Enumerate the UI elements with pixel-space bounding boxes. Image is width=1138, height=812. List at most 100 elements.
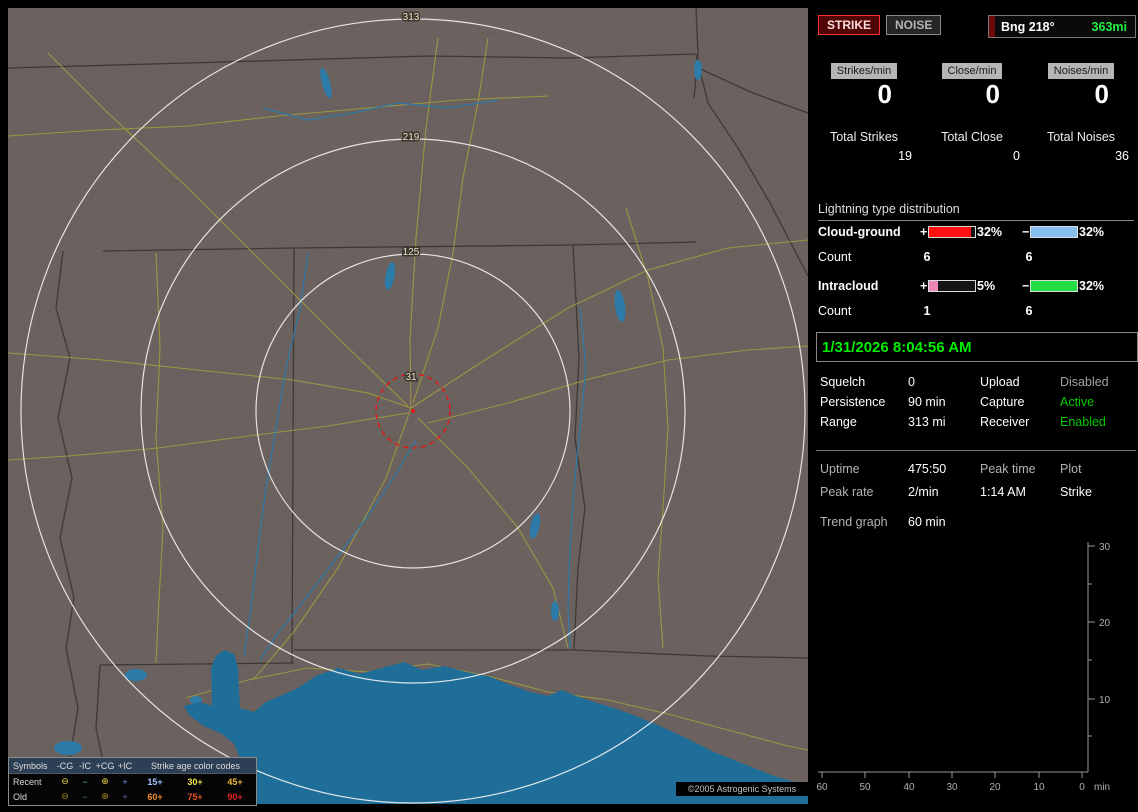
- count-label: Count: [818, 250, 852, 264]
- noises-per-min-label: Noises/min: [1047, 63, 1115, 79]
- intracloud-count-row: Count 1 6: [816, 304, 1138, 320]
- intracloud-row: Intracloud + 5% − 32%: [816, 279, 1138, 295]
- intracloud-label: Intracloud: [818, 279, 879, 293]
- radar-map[interactable]: 313 219 125 31: [7, 7, 809, 804]
- bearing-accent-bar: [989, 16, 995, 37]
- trend-x-tick: 50: [859, 782, 871, 793]
- cg-minus-bar: [1030, 226, 1078, 238]
- trend-graph: 30 20 10 60 50 40 30 20 10 0 min: [816, 542, 1111, 793]
- total-noises-label: Total Noises: [1046, 130, 1116, 144]
- age-code: 45+: [227, 776, 243, 787]
- persistence-value: 90 min: [908, 395, 946, 409]
- range-label: Range: [820, 415, 857, 429]
- trend-x-tick: 0: [1079, 782, 1085, 793]
- total-close-value: 0: [1013, 149, 1020, 163]
- neg-cg-symbol-icon: ⊖: [61, 776, 69, 786]
- trend-y-tick: 10: [1099, 695, 1111, 706]
- legend-col-pos-ic: +IC: [117, 760, 133, 771]
- ic-minus-count: 6: [1025, 304, 1033, 318]
- age-code: 60+: [147, 791, 163, 802]
- datetime-value: 1/31/2026 8:04:56 AM: [822, 338, 972, 356]
- plus-sign: +: [920, 225, 928, 239]
- squelch-label: Squelch: [820, 375, 866, 389]
- cloud-ground-count-row: Count 6 6: [816, 250, 1138, 266]
- strikes-per-min-col: Strikes/min 0: [816, 63, 912, 110]
- plus-sign: +: [920, 279, 928, 293]
- map-area: 313 219 125 31 Symbols -CG -IC +CG +IC S…: [7, 7, 809, 806]
- datetime-box: 1/31/2026 8:04:56 AM: [816, 332, 1138, 362]
- age-code: 15+: [147, 776, 163, 787]
- legend-header-row: Symbols -CG -IC +CG +IC Strike age color…: [9, 758, 256, 774]
- trend-x-tick: 40: [903, 782, 915, 793]
- strike-toggle-button[interactable]: STRIKE: [818, 15, 881, 35]
- close-per-min-value: 0: [985, 79, 1000, 109]
- noise-toggle-button[interactable]: NOISE: [886, 15, 942, 35]
- receiver-label: Receiver: [980, 415, 1030, 429]
- neg-cg-symbol-icon: ⊖: [61, 791, 69, 801]
- uptime-label: Uptime: [820, 462, 860, 476]
- settings-row: Range 313 mi Receiver Enabled: [816, 415, 1138, 433]
- receiver-status: Enabled: [1060, 415, 1106, 429]
- trend-x-tick: 60: [816, 782, 828, 793]
- cg-plus-bar: [928, 226, 976, 238]
- range-ring-label: 125: [403, 247, 420, 258]
- capture-status: Active: [1060, 395, 1095, 409]
- close-per-min-col: Close/min 0: [924, 63, 1020, 110]
- trend-graph-label: Trend graph: [820, 515, 888, 529]
- plot-value: Strike: [1060, 485, 1092, 499]
- neg-ic-symbol-icon: −: [82, 776, 88, 787]
- trend-x-tick: 30: [946, 782, 958, 793]
- strikes-per-min-label: Strikes/min: [830, 63, 898, 79]
- ic-minus-bar: [1030, 280, 1078, 292]
- ic-minus-bar-fill: [1031, 281, 1077, 291]
- distribution-title: Lightning type distribution: [818, 202, 1134, 221]
- cloud-ground-row: Cloud-ground + 32% − 32%: [816, 225, 1138, 241]
- trend-graph-value: 60 min: [908, 515, 946, 529]
- total-noises-value: 36: [1115, 149, 1129, 163]
- cg-plus-pct: 32%: [977, 225, 1003, 239]
- noises-per-min-value: 0: [1094, 79, 1109, 109]
- total-strikes-value: 19: [898, 149, 912, 163]
- range-ring-label: 219: [403, 132, 420, 143]
- age-code: 75+: [187, 791, 203, 802]
- plot-label: Plot: [1060, 462, 1082, 476]
- bearing-distance-value: 363mi: [1091, 19, 1127, 34]
- settings-row: Squelch 0 Upload Disabled: [816, 375, 1138, 393]
- cg-minus-bar-fill: [1031, 227, 1077, 237]
- peak-time-label: Peak time: [980, 462, 1036, 476]
- age-code: 30+: [187, 776, 203, 787]
- cloud-ground-label: Cloud-ground: [818, 225, 901, 239]
- peak-rate-label: Peak rate: [820, 485, 874, 499]
- legend-row-label: Old: [13, 791, 28, 802]
- copyright-notice: ©2005 Astrogenic Systems: [676, 782, 808, 796]
- persistence-label: Persistence: [820, 395, 886, 409]
- section-divider: [816, 450, 1136, 451]
- legend-old-row: Old ⊖ − ⊕ + 60+ 75+ 90+: [9, 789, 256, 804]
- range-value: 313 mi: [908, 415, 946, 429]
- ic-plus-bar-fill: [929, 281, 939, 291]
- total-close-label: Total Close: [941, 130, 1003, 144]
- uptime-value: 475:50: [908, 462, 947, 476]
- legend-recent-row: Recent ⊖ − ⊕ + 15+ 30+ 45+: [9, 774, 256, 789]
- settings-row: Persistence 90 min Capture Active: [816, 395, 1138, 413]
- range-ring-label: 31: [405, 372, 417, 383]
- cg-plus-count: 6: [923, 250, 931, 264]
- trend-x-tick: 10: [1033, 782, 1045, 793]
- trend-x-unit: min: [1094, 782, 1110, 793]
- app-window: 313 219 125 31 Symbols -CG -IC +CG +IC S…: [0, 0, 1138, 812]
- status-panel: STRIKE NOISE Bng 218° 363mi Strikes/min …: [816, 8, 1138, 804]
- minus-sign: −: [1022, 225, 1030, 239]
- close-per-min-label: Close/min: [941, 63, 1003, 79]
- total-strikes-label: Total Strikes: [829, 130, 899, 144]
- pos-ic-symbol-icon: +: [122, 776, 128, 787]
- cg-plus-bar-fill: [929, 227, 972, 237]
- symbol-legend: Symbols -CG -IC +CG +IC Strike age color…: [8, 757, 257, 806]
- trend-x-tick: 20: [989, 782, 1001, 793]
- minus-sign: −: [1022, 279, 1030, 293]
- legend-col-neg-ic: -IC: [79, 760, 91, 771]
- legend-col-pos-cg: +CG: [95, 760, 115, 771]
- noises-per-min-col: Noises/min 0: [1033, 63, 1129, 110]
- capture-label: Capture: [980, 395, 1025, 409]
- pos-ic-symbol-icon: +: [122, 791, 128, 802]
- ic-plus-bar: [928, 280, 976, 292]
